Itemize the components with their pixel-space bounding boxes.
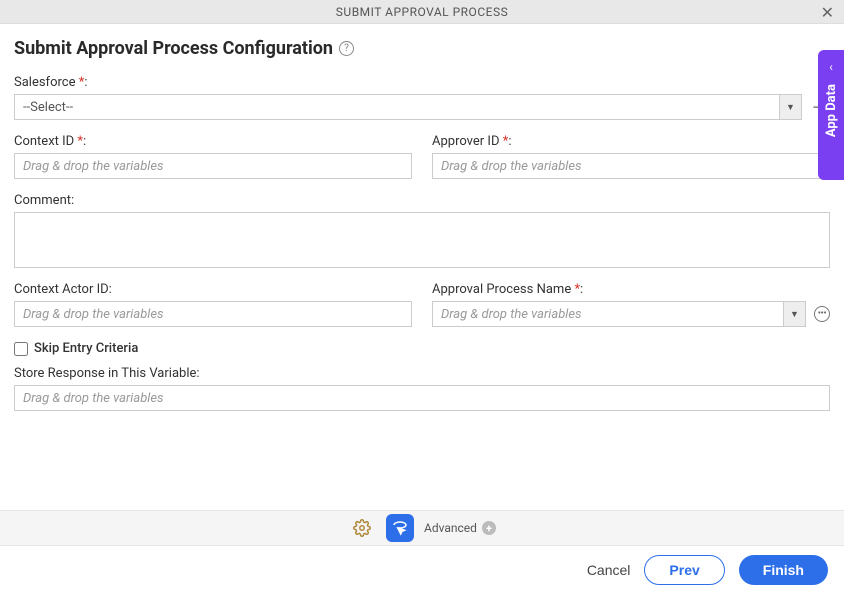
salesforce-select[interactable]: --Select-- ▼ (14, 94, 802, 120)
context-id-input[interactable] (14, 153, 412, 179)
label-context-id: Context ID *: (14, 134, 412, 149)
settings-tool-button[interactable] (348, 514, 376, 542)
plus-circle-icon: + (482, 521, 496, 535)
modal-header: SUBMIT APPROVAL PROCESS ✕ (0, 0, 844, 24)
field-context-id: Context ID *: (14, 134, 412, 179)
chevron-left-icon: ‹ (829, 60, 833, 74)
prev-button[interactable]: Prev (644, 555, 724, 585)
field-approver-id: Approver ID *: (432, 134, 830, 179)
close-button[interactable]: ✕ (821, 3, 834, 23)
footer: Cancel Prev Finish (0, 546, 844, 594)
finish-button[interactable]: Finish (739, 555, 828, 585)
store-response-input[interactable] (14, 385, 830, 411)
chevron-down-icon: ▼ (779, 95, 801, 119)
salesforce-selected-text: --Select-- (15, 100, 779, 115)
label-salesforce: Salesforce *: (14, 75, 830, 90)
bottom-toolbar: Advanced + (0, 510, 844, 546)
ellipsis-icon: ••• (818, 309, 827, 319)
advanced-toggle[interactable]: Advanced + (424, 521, 496, 535)
help-icon[interactable]: ? (339, 41, 354, 56)
field-comment: Comment: (14, 193, 830, 268)
comment-textarea[interactable] (14, 212, 830, 268)
cancel-button[interactable]: Cancel (587, 562, 631, 578)
row-context-approver: Context ID *: Approver ID *: (14, 134, 830, 179)
field-approval-process-name: Approval Process Name *: ▼ ••• (432, 282, 830, 327)
close-icon: ✕ (821, 5, 834, 22)
row-actor-processname: Context Actor ID: Approval Process Name … (14, 282, 830, 327)
context-actor-id-input[interactable] (14, 301, 412, 327)
label-comment: Comment: (14, 193, 830, 208)
page-title-text: Submit Approval Process Configuration (14, 38, 333, 59)
field-context-actor-id: Context Actor ID: (14, 282, 412, 327)
approval-process-name-combo[interactable]: ▼ (432, 301, 806, 327)
pointer-tool-button[interactable] (386, 514, 414, 542)
skip-entry-checkbox[interactable] (14, 342, 28, 356)
page-title: Submit Approval Process Configuration ? (14, 38, 830, 59)
label-store-response: Store Response in This Variable: (14, 366, 830, 381)
gear-icon (353, 519, 371, 537)
label-skip-entry: Skip Entry Criteria (34, 341, 138, 356)
modal-title: SUBMIT APPROVAL PROCESS (336, 5, 508, 19)
content-area: Submit Approval Process Configuration ? … (0, 24, 844, 411)
chevron-down-icon: ▼ (783, 302, 805, 326)
approver-id-input[interactable] (432, 153, 830, 179)
label-approver-id: Approver ID *: (432, 134, 830, 149)
app-data-side-tab[interactable]: ‹ App Data (818, 50, 844, 180)
approval-process-name-input[interactable] (433, 302, 783, 326)
field-skip-entry: Skip Entry Criteria (14, 341, 830, 356)
field-salesforce: Salesforce *: --Select-- ▼ ＋ (14, 75, 830, 120)
approval-process-name-combo-wrap: ▼ ••• (432, 301, 830, 327)
salesforce-select-wrap: --Select-- ▼ ＋ (14, 94, 830, 120)
field-store-response: Store Response in This Variable: (14, 366, 830, 411)
lasso-pointer-icon (391, 519, 409, 537)
side-tab-label: App Data (824, 84, 839, 137)
label-approval-process-name: Approval Process Name *: (432, 282, 830, 297)
label-context-actor-id: Context Actor ID: (14, 282, 412, 297)
advanced-label: Advanced (424, 521, 477, 535)
approval-process-browse-button[interactable]: ••• (814, 306, 830, 322)
